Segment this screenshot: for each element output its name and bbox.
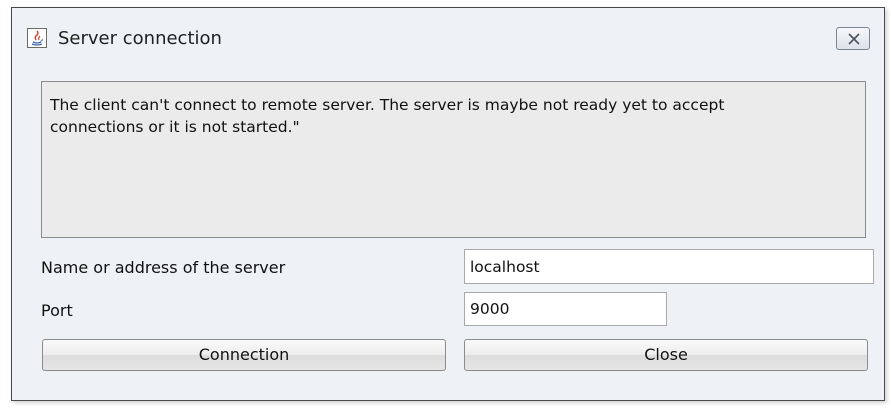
title-bar[interactable]: Server connection: [12, 8, 884, 72]
server-connection-dialog: Server connection The client can't conne…: [11, 7, 885, 401]
port-input[interactable]: [464, 292, 667, 326]
server-address-label: Name or address of the server: [41, 258, 286, 277]
window-title: Server connection: [58, 28, 222, 49]
error-message: The client can't connect to remote serve…: [41, 81, 866, 238]
close-icon: [848, 33, 860, 45]
port-label: Port: [41, 301, 73, 320]
close-button[interactable]: Close: [464, 339, 868, 371]
server-address-input[interactable]: [464, 249, 874, 284]
window-close-button[interactable]: [836, 27, 870, 50]
connection-button[interactable]: Connection: [42, 339, 446, 371]
java-app-icon: [27, 28, 47, 48]
screenshot-page: Server connection The client can't conne…: [0, 0, 891, 408]
